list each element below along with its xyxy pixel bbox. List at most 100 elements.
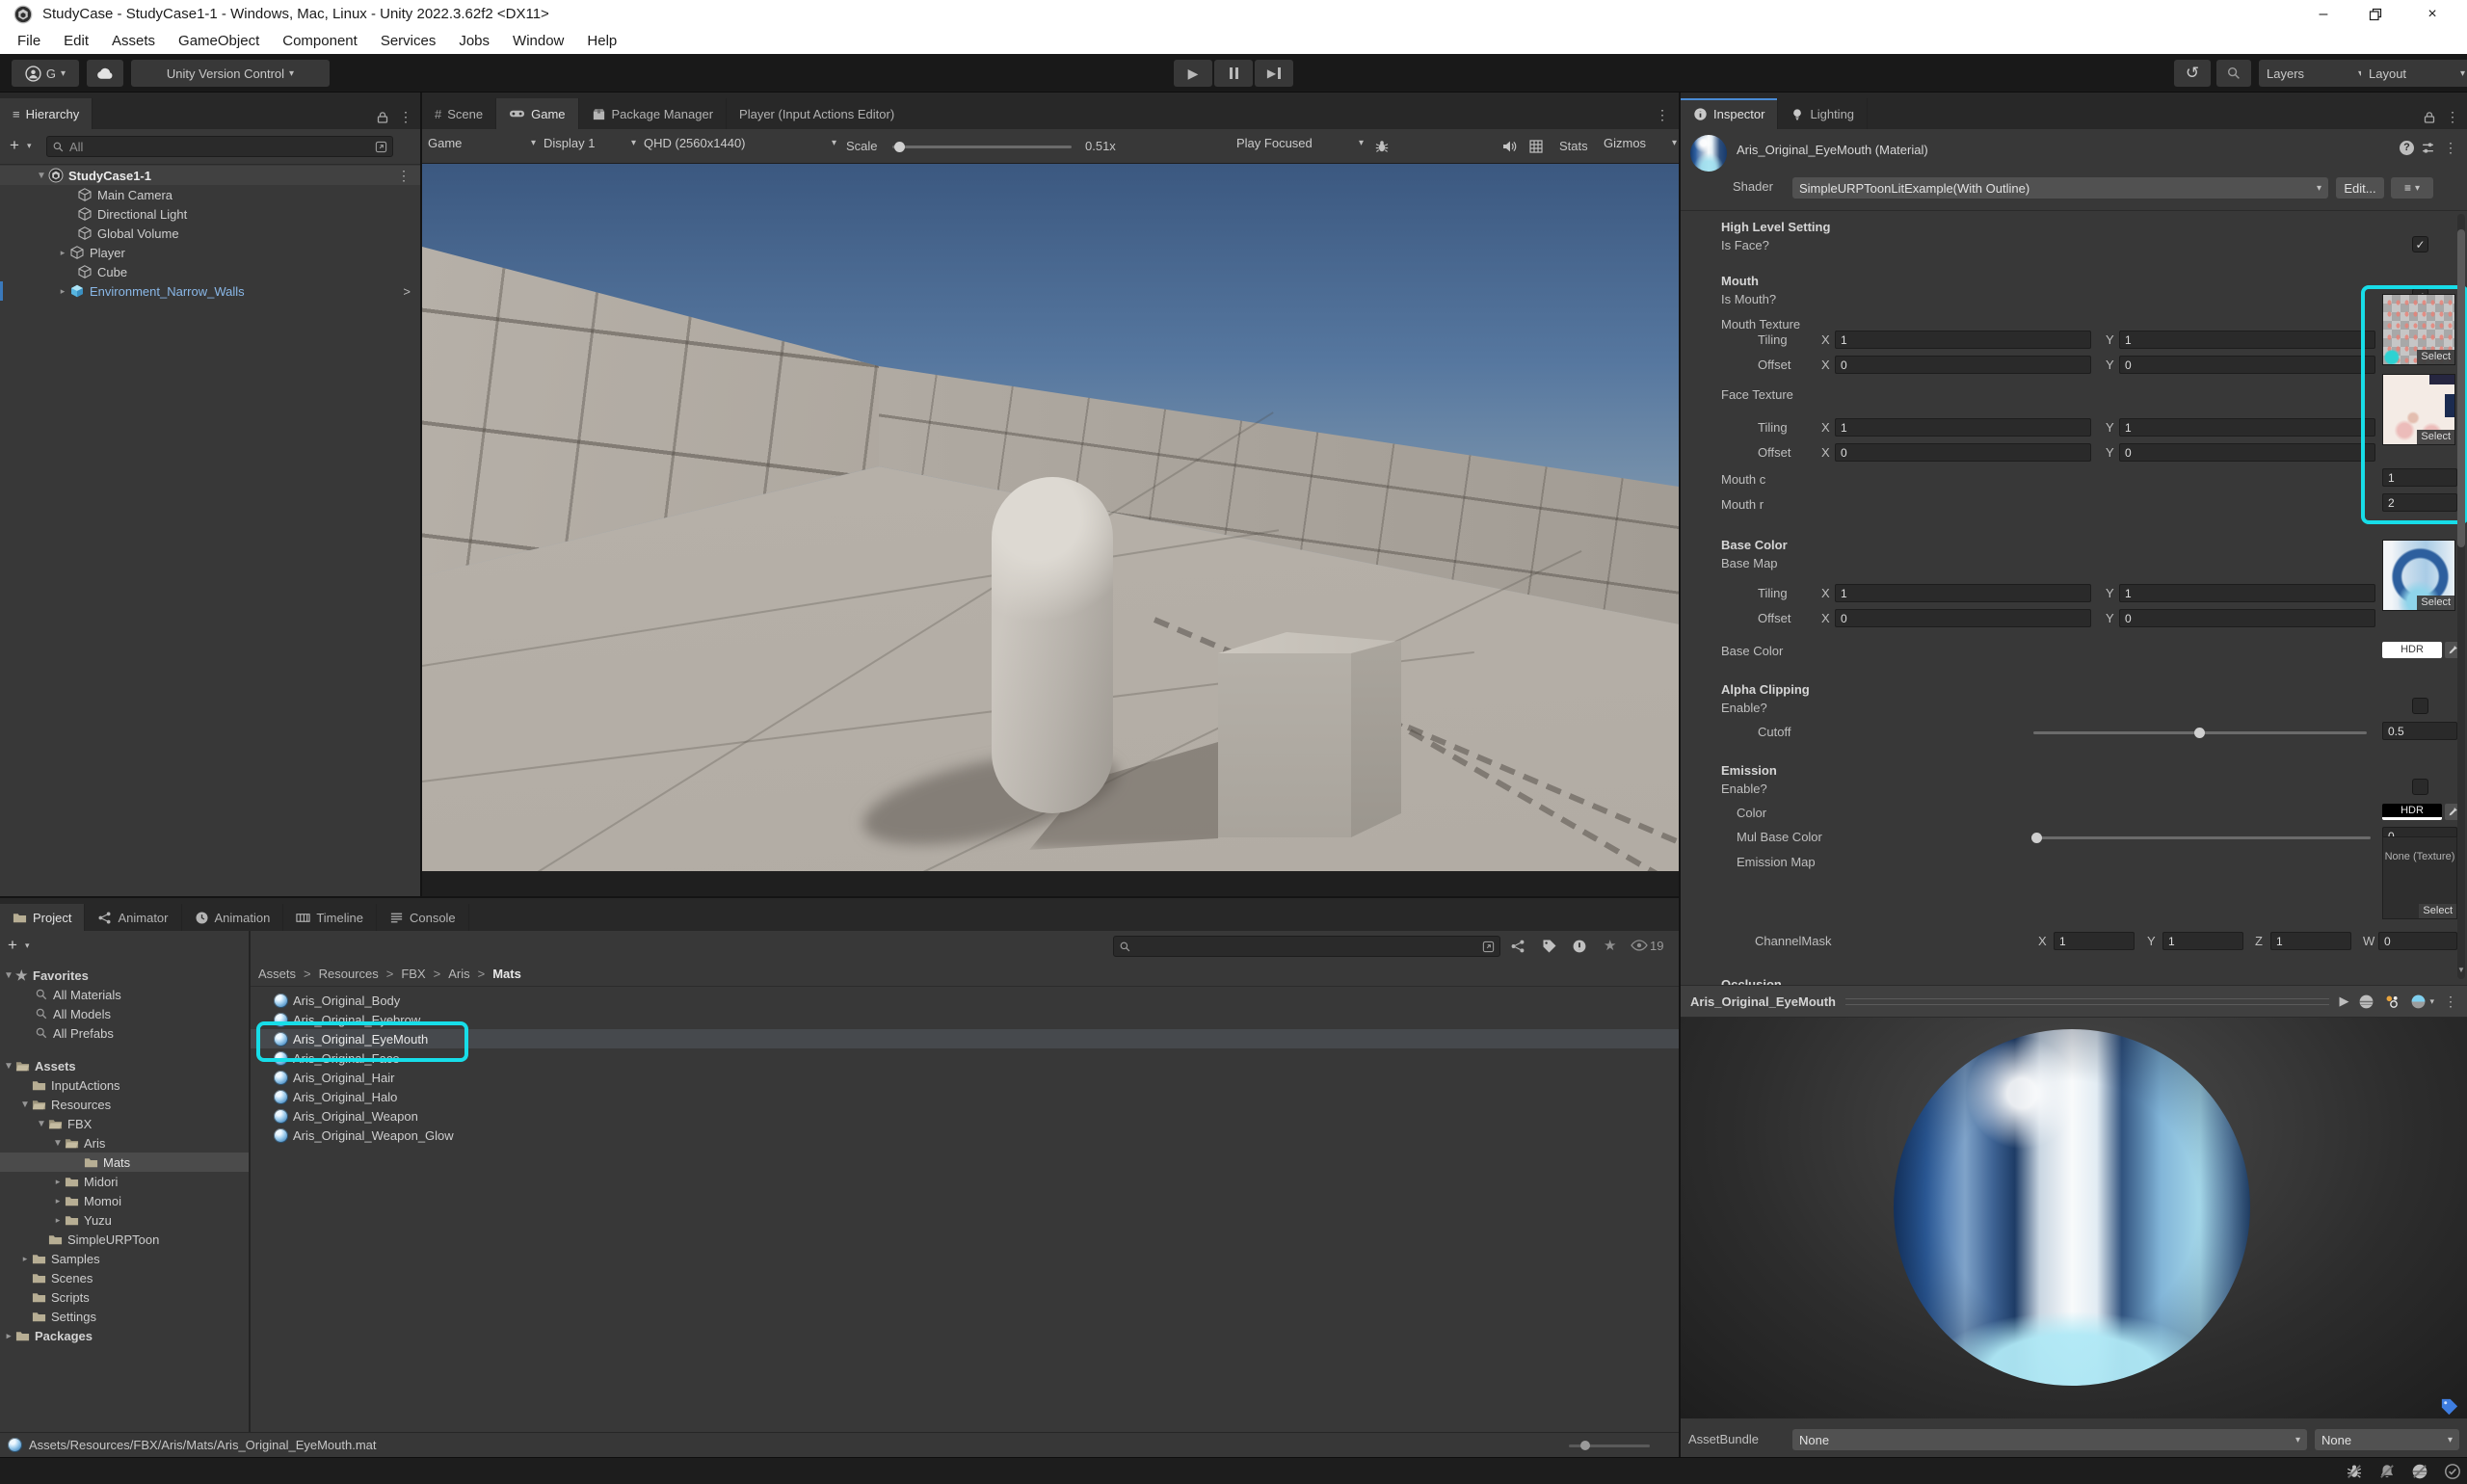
undo-history-button[interactable]: ↺ <box>2174 60 2211 87</box>
emission-map-select-button[interactable]: Select <box>2419 904 2456 918</box>
expand-search-icon[interactable] <box>1482 941 1495 953</box>
hierarchy-item[interactable]: Global Volume <box>0 224 420 243</box>
channelmask-w-field[interactable]: 0 <box>2378 932 2457 950</box>
vsync-grid-icon[interactable] <box>1528 139 1544 154</box>
shader-dropdown[interactable]: SimpleURPToonLitExample(With Outline)▾ <box>1792 177 2328 199</box>
favorite-item[interactable]: All Prefabs <box>0 1023 249 1043</box>
scale-slider-knob[interactable] <box>894 142 905 152</box>
inspector-scrollbar-thumb[interactable] <box>2457 229 2465 547</box>
mul-base-color-knob[interactable] <box>2031 833 2042 843</box>
tree-folder[interactable]: ▼FBX <box>0 1114 249 1133</box>
hidden-packages-eye-icon[interactable] <box>1631 940 1648 951</box>
preview-mesh-dropdown[interactable]: ▾ <box>2410 994 2434 1010</box>
hierarchy-item[interactable]: ▸Player <box>0 243 420 262</box>
mouth-c-field[interactable]: 1 <box>2382 468 2457 487</box>
search-importlog-icon[interactable] <box>1572 939 1587 954</box>
menu-jobs[interactable]: Jobs <box>447 29 501 54</box>
tree-folder[interactable]: ▸Midori <box>0 1172 249 1191</box>
tab-project[interactable]: Project <box>0 904 85 931</box>
hierarchy-menu-icon[interactable]: ⋮ <box>399 109 412 125</box>
breadcrumb-item[interactable]: Resources <box>319 967 379 981</box>
create-asset-button[interactable]: + <box>8 936 17 955</box>
assetbundle-dropdown[interactable]: None▾ <box>1792 1429 2307 1450</box>
breadcrumb-item[interactable]: Assets <box>258 967 296 981</box>
prefab-open-chevron[interactable]: > <box>403 284 411 299</box>
tree-folder[interactable]: ▸Samples <box>0 1249 249 1268</box>
asset-row[interactable]: Aris_Original_Weapon_Glow <box>251 1126 1679 1145</box>
cutoff-slider-knob[interactable] <box>2194 728 2205 738</box>
asset-row[interactable]: Aris_Original_Hair <box>251 1068 1679 1087</box>
cloud-button[interactable] <box>87 60 123 87</box>
version-control-button[interactable]: Unity Version Control▾ <box>131 60 330 87</box>
asset-row[interactable]: Aris_Original_Body <box>251 991 1679 1010</box>
favorites-root[interactable]: ▼★Favorites <box>0 966 249 985</box>
tab-console[interactable]: Console <box>377 904 469 931</box>
create-asset-arrow-icon[interactable]: ▾ <box>25 941 30 951</box>
face-texture-thumbnail[interactable]: Select <box>2382 374 2455 445</box>
gizmos-dropdown[interactable]: Gizmos▾ <box>1604 136 1677 150</box>
emission-enable-checkbox[interactable] <box>2412 779 2428 795</box>
tab-lighting[interactable]: Lighting <box>1778 98 1868 129</box>
search-by-type-icon[interactable] <box>1510 939 1525 954</box>
favorite-item[interactable]: All Materials <box>0 985 249 1004</box>
tab-animation[interactable]: Animation <box>182 904 284 931</box>
hierarchy-item[interactable]: Cube <box>0 262 420 281</box>
base-offset-x-field[interactable]: 0 <box>1835 609 2091 627</box>
base-tiling-x-field[interactable]: 1 <box>1835 584 2091 602</box>
preview-menu-icon[interactable]: ⋮ <box>2444 994 2457 1010</box>
face-offset-x-field[interactable]: 0 <box>1835 443 2091 462</box>
mouth-offset-y-field[interactable]: 0 <box>2119 356 2375 374</box>
face-tiling-y-field[interactable]: 1 <box>2119 418 2375 437</box>
face-texture-select-button[interactable]: Select <box>2417 430 2454 444</box>
minimize-button[interactable]: – <box>2297 0 2349 29</box>
help-icon[interactable]: ? <box>2400 141 2414 155</box>
tree-folder-selected[interactable]: Mats <box>0 1153 249 1172</box>
display-dropdown[interactable]: Display 1▾ <box>544 136 636 150</box>
base-map-select-button[interactable]: Select <box>2417 596 2454 610</box>
material-preview-area[interactable] <box>1681 1018 2467 1418</box>
hierarchy-item[interactable]: Main Camera <box>0 185 420 204</box>
asset-row-selected[interactable]: Aris_Original_EyeMouth <box>251 1029 1679 1048</box>
channelmask-y-field[interactable]: 1 <box>2162 932 2243 950</box>
expand-search-icon[interactable] <box>375 141 387 153</box>
panel-divider[interactable] <box>420 93 422 898</box>
tab-package-manager[interactable]: Package Manager <box>579 98 728 129</box>
mouth-r-field[interactable]: 2 <box>2382 493 2457 512</box>
menu-gameobject[interactable]: GameObject <box>167 29 271 54</box>
tab-timeline[interactable]: Timeline <box>283 904 377 931</box>
preview-lighting-icon[interactable] <box>2384 994 2401 1010</box>
lock-icon[interactable] <box>2423 111 2436 124</box>
asset-row[interactable]: Aris_Original_Face <box>251 1048 1679 1068</box>
mouth-offset-x-field[interactable]: 0 <box>1835 356 2091 374</box>
inspector-scrollbar[interactable] <box>2457 214 2465 979</box>
debugger-disabled-icon[interactable] <box>2346 1463 2363 1480</box>
is-face-checkbox[interactable]: ✓ <box>2412 236 2428 252</box>
search-button[interactable] <box>2216 60 2251 87</box>
expand-icon[interactable]: ▸ <box>56 248 69 258</box>
tab-inspector[interactable]: Inspector <box>1681 98 1778 129</box>
activity-ok-icon[interactable] <box>2444 1463 2461 1480</box>
mouth-texture-thumbnail[interactable]: Select <box>2382 294 2455 365</box>
alpha-enable-checkbox[interactable] <box>2412 698 2428 714</box>
face-offset-y-field[interactable]: 0 <box>2119 443 2375 462</box>
search-by-label-icon[interactable] <box>1542 939 1557 954</box>
hierarchy-item[interactable]: Directional Light <box>0 204 420 224</box>
preview-header[interactable]: Aris_Original_EyeMouth ▶ ▾ ⋮ <box>1681 985 2467 1018</box>
tree-folder[interactable]: ▼Aris <box>0 1133 249 1153</box>
game-render-viewport[interactable] <box>422 164 1679 871</box>
hierarchy-item-prefab[interactable]: ▸ Environment_Narrow_Walls > <box>0 281 420 301</box>
tree-folder[interactable]: ▸Momoi <box>0 1191 249 1210</box>
tree-folder[interactable]: SimpleURPToon <box>0 1230 249 1249</box>
tree-folder[interactable]: ▼Assets <box>0 1056 249 1075</box>
scale-slider[interactable] <box>892 146 1072 148</box>
project-search-input[interactable] <box>1113 936 1500 957</box>
notifications-disabled-icon[interactable] <box>2378 1463 2396 1480</box>
menu-component[interactable]: Component <box>271 29 369 54</box>
emission-map-slot[interactable]: None (Texture) Select <box>2382 836 2457 919</box>
shader-menu-button[interactable]: ≡▾ <box>2391 177 2433 199</box>
mouth-tiling-y-field[interactable]: 1 <box>2119 331 2375 349</box>
tab-game[interactable]: Game <box>496 98 578 129</box>
play-button[interactable]: ▶ <box>1174 60 1212 87</box>
cutoff-value-field[interactable]: 0.5 <box>2382 722 2457 740</box>
tab-scene[interactable]: #Scene <box>422 98 496 129</box>
